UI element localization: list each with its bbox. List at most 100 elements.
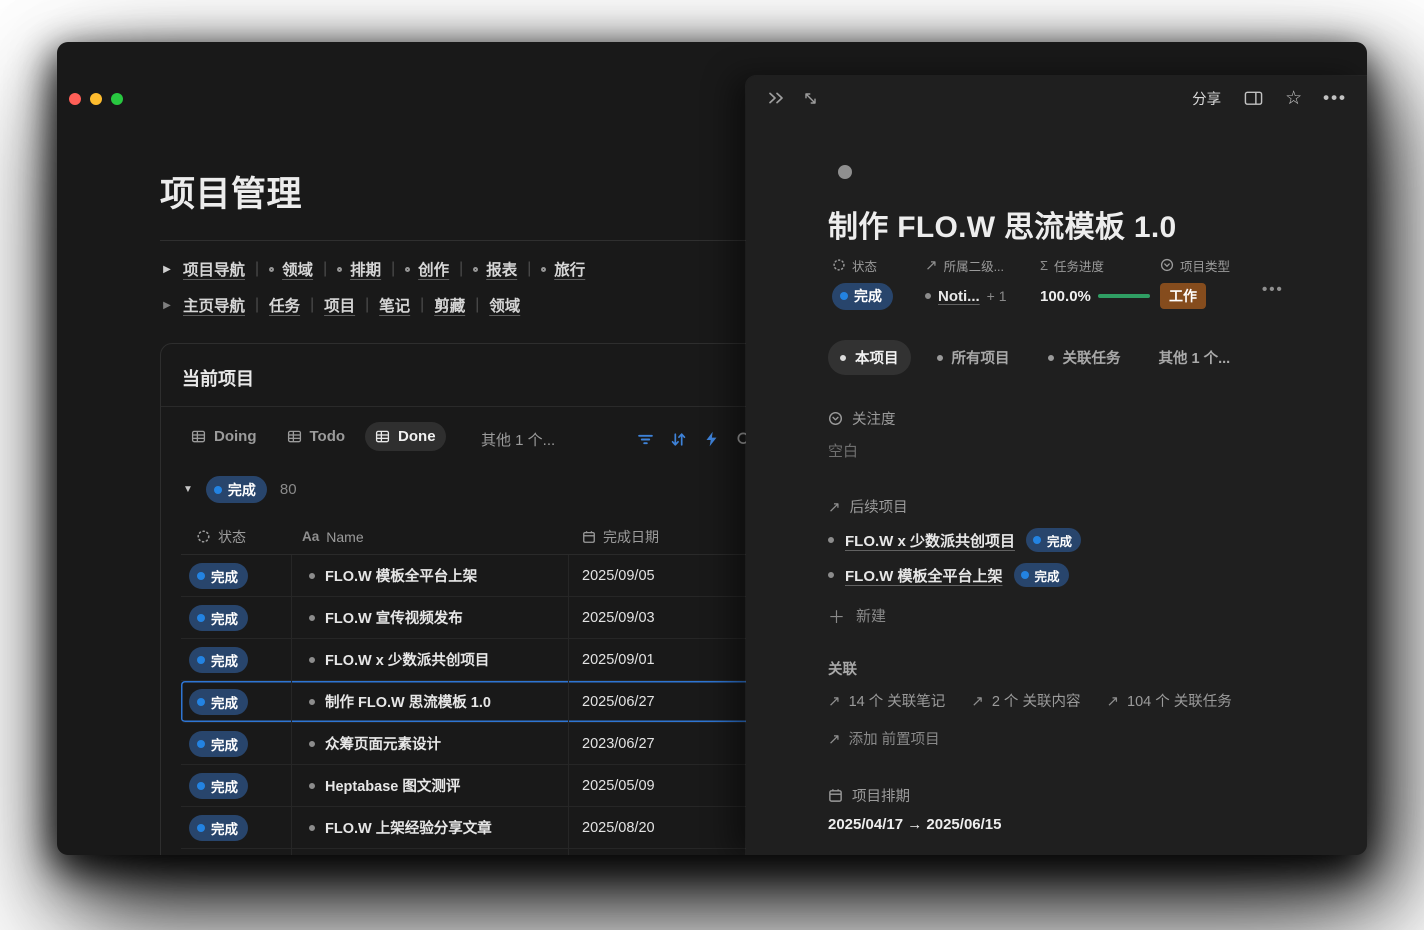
nav-link[interactable]: 剪藏 <box>434 294 465 316</box>
nav-separator: | <box>322 260 328 278</box>
view-tab[interactable]: Done <box>365 422 446 451</box>
related-project-item[interactable]: FLO.W x 少数派共创项目 完成 <box>828 528 1081 552</box>
nav-link[interactable]: 笔记 <box>379 294 410 316</box>
nav-link[interactable]: 任务 <box>269 294 300 316</box>
nav-link[interactable]: 旅行 <box>554 258 585 280</box>
relation-more-count[interactable]: + 1 <box>987 288 1007 304</box>
peek-view-tab[interactable]: 本项目 <box>828 340 911 375</box>
toggle-collapsed-icon[interactable]: ▶ <box>160 264 174 275</box>
expand-page-icon[interactable] <box>799 87 821 109</box>
page-ring-icon-large[interactable] <box>838 165 852 179</box>
schedule-property-label[interactable]: 项目排期 <box>828 785 910 806</box>
page-ring-icon <box>405 267 410 272</box>
peek-panel: 分享 ☆ ••• 制作 FLO.W 思流模板 1.0 状态 完成 <box>746 76 1367 855</box>
column-header-name[interactable]: Aa Name <box>292 529 569 545</box>
status-property-icon <box>196 529 211 544</box>
toggle-collapsed-icon[interactable]: ▶ <box>160 300 174 311</box>
type-select-badge[interactable]: 工作 <box>1160 283 1206 309</box>
view-tab[interactable]: Doing <box>181 422 267 451</box>
sort-icon[interactable] <box>669 430 687 448</box>
relation-link[interactable]: ↗ 104 个 关联任务 <box>1106 690 1231 711</box>
relations-links: ↗ 14 个 关联笔记 ↗ 2 个 关联内容 ↗ 104 个 关联任务 <box>828 690 1232 711</box>
row-title: 制作 FLO.W 思流模板 1.0 <box>325 691 491 712</box>
status-property-icon <box>832 258 846 272</box>
nav-separator: | <box>419 296 425 314</box>
column-header-status[interactable]: 状态 <box>181 527 292 547</box>
next-projects-list: FLO.W x 少数派共创项目 完成 FLO.W 模板全平台上架 完成 <box>828 528 1081 587</box>
property-status[interactable]: 状态 完成 <box>832 257 893 308</box>
add-predecessor-button[interactable]: ↗ 添加 前置项目 <box>828 728 940 749</box>
close-window-button[interactable] <box>69 93 81 105</box>
relation-link[interactable]: ↗ 2 个 关联内容 <box>971 690 1080 711</box>
property-type[interactable]: 项目类型 工作 <box>1160 257 1230 308</box>
nav-link[interactable]: 排期 <box>350 258 381 280</box>
status-badge: 完成 <box>189 773 248 799</box>
name-cell[interactable]: FLO.W 宣传视频发布 <box>292 597 569 638</box>
property-progress[interactable]: Σ 任务进度 100.0% <box>1040 257 1150 308</box>
more-properties-icon[interactable]: ••• <box>1262 281 1284 298</box>
nav-separator: | <box>309 296 315 314</box>
row-title: FLO.W 上架经验分享文章 <box>325 817 492 838</box>
database-toolbar-icons <box>636 430 753 448</box>
name-cell[interactable]: 制作 FLO.W 思流模板 1.0 <box>292 681 569 722</box>
more-options-icon[interactable]: ••• <box>1323 88 1347 108</box>
peek-topbar: 分享 ☆ ••• <box>746 76 1367 120</box>
database-ring-icon <box>937 355 943 361</box>
relation-arrow-icon: ↗ <box>925 256 938 274</box>
nav-link[interactable]: 领域 <box>282 258 313 280</box>
nav-row-home: ▶ 主页导航 | 任务 | 项目 | 笔记 | 剪藏 | 领域 <box>160 291 520 319</box>
peek-page-title[interactable]: 制作 FLO.W 思流模板 1.0 <box>828 202 1176 246</box>
name-cell[interactable]: FLO.W 模板全平台上架 <box>292 555 569 596</box>
favorite-star-icon[interactable]: ☆ <box>1285 89 1302 108</box>
group-status-badge[interactable]: 完成 <box>206 476 267 503</box>
status-cell[interactable]: 完成 <box>181 555 292 596</box>
page-ring-icon <box>269 267 274 272</box>
status-cell[interactable]: 完成 <box>181 765 292 806</box>
minimize-window-button[interactable] <box>90 93 102 105</box>
name-cell[interactable]: Heptabase 图文测评 <box>292 765 569 806</box>
property-parent-relation[interactable]: ↗ 所属二级... Noti... + 1 <box>925 257 1007 308</box>
peek-view-tab[interactable]: 其他 1 个... <box>1147 340 1243 375</box>
related-project-link[interactable]: FLO.W 模板全平台上架 <box>845 565 1003 586</box>
focus-property-label[interactable]: 关注度 <box>828 408 896 429</box>
relation-link[interactable]: ↗ 14 个 关联笔记 <box>828 690 945 711</box>
view-tab[interactable]: Todo <box>277 422 356 451</box>
status-cell[interactable]: 完成 <box>181 597 292 638</box>
more-views-button[interactable]: 其他 1 个... <box>481 429 555 450</box>
nav-link[interactable]: 领域 <box>489 294 520 316</box>
name-cell[interactable]: 众筹页面元素设计 <box>292 723 569 764</box>
status-cell[interactable]: 完成 <box>181 681 292 722</box>
nav-link[interactable]: 项目 <box>324 294 355 316</box>
title-property-icon: Aa <box>302 529 319 544</box>
related-project-item[interactable]: FLO.W 模板全平台上架 完成 <box>828 563 1081 587</box>
status-cell[interactable]: 完成 <box>181 639 292 680</box>
related-project-link[interactable]: FLO.W x 少数派共创项目 <box>845 530 1015 551</box>
relation-page-link[interactable]: Noti... <box>938 288 980 305</box>
name-cell[interactable]: FLO.W x 少数派共创项目 <box>292 639 569 680</box>
filter-icon[interactable] <box>636 430 654 448</box>
nav-link[interactable]: 主页导航 <box>183 294 245 316</box>
side-peek-layout-icon[interactable] <box>1242 87 1264 109</box>
page-ring-icon <box>309 657 315 663</box>
group-collapse-icon[interactable]: ▼ <box>183 484 193 495</box>
automation-lightning-icon[interactable] <box>702 430 720 448</box>
zoom-window-button[interactable] <box>111 93 123 105</box>
name-cell[interactable]: FLO.W 上架经验分享文章 <box>292 807 569 848</box>
page-ring-icon <box>309 825 315 831</box>
close-peek-double-chevron-icon[interactable] <box>765 87 787 109</box>
status-badge: 完成 <box>189 647 248 673</box>
next-projects-label[interactable]: ↗ 后续项目 <box>828 496 908 517</box>
add-new-button[interactable]: ＋ 新建 <box>828 603 886 628</box>
peek-view-tab[interactable]: 所有项目 <box>925 340 1022 375</box>
status-badge: 完成 <box>189 815 248 841</box>
schedule-date-range[interactable]: 2025/04/17 → 2025/06/15 <box>828 816 1001 833</box>
nav-link[interactable]: 报表 <box>486 258 517 280</box>
status-cell[interactable]: 完成 <box>181 807 292 848</box>
nav-link[interactable]: 项目导航 <box>183 258 245 280</box>
peek-view-tab[interactable]: 关联任务 <box>1036 340 1133 375</box>
share-button[interactable]: 分享 <box>1192 88 1221 109</box>
focus-property-value[interactable]: 空白 <box>828 440 858 461</box>
status-badge[interactable]: 完成 <box>832 283 893 310</box>
nav-link[interactable]: 创作 <box>418 258 449 280</box>
status-cell[interactable]: 完成 <box>181 723 292 764</box>
